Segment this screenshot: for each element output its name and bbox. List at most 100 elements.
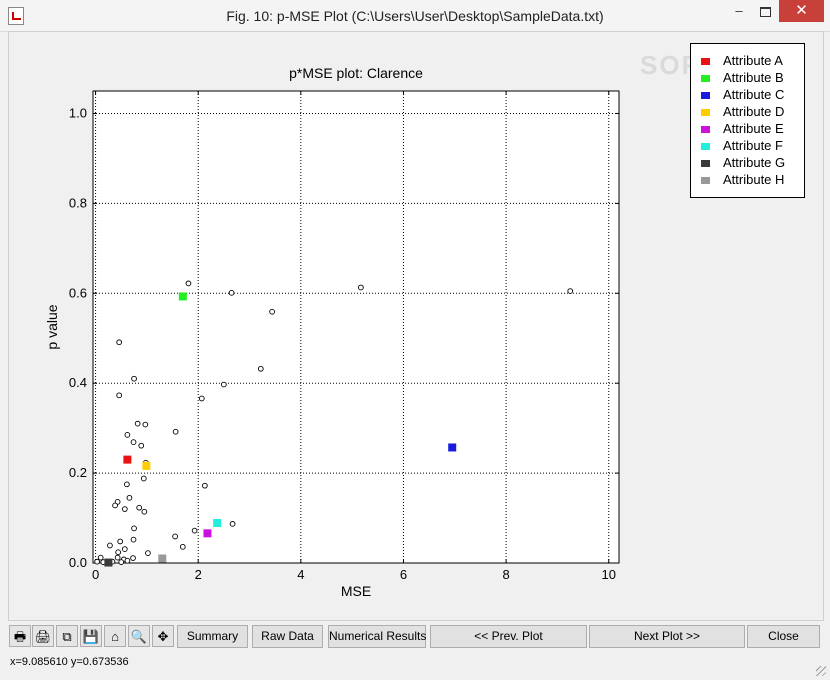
data-point (228, 289, 235, 296)
legend-item: Attribute A (701, 53, 801, 69)
copy-icon[interactable]: ⧉ (56, 625, 78, 647)
legend-label: Attribute F (723, 138, 783, 153)
legend-label: Attribute G (723, 155, 786, 170)
legend-label: Attribute D (723, 104, 785, 119)
data-point (126, 494, 133, 501)
legend-swatch (701, 75, 710, 82)
maximize-icon (759, 7, 771, 17)
minimize-button[interactable]: – (726, 0, 752, 22)
legend-item: Attribute E (701, 121, 801, 137)
attribute-marker (203, 529, 212, 538)
data-point (130, 439, 137, 445)
summary-button[interactable]: Summary (177, 625, 248, 648)
y-tick-label: 0.0 (69, 555, 87, 570)
data-point (567, 288, 574, 294)
close-window-button[interactable]: ✕ (779, 0, 824, 22)
data-point (191, 527, 198, 534)
x-tick-label: 0 (92, 567, 99, 582)
data-point (131, 375, 137, 382)
data-point (117, 538, 124, 545)
data-point (257, 365, 264, 372)
data-point (140, 475, 147, 482)
home-icon[interactable]: ⌂ (104, 625, 126, 647)
legend-label: Attribute A (723, 53, 783, 68)
data-point (124, 481, 130, 488)
legend-item: Attribute C (701, 87, 801, 103)
data-point (94, 558, 100, 565)
data-point (229, 521, 236, 527)
data-point (121, 506, 128, 512)
data-point (134, 420, 141, 427)
data-point (112, 502, 118, 509)
prev-plot-button[interactable]: << Prev. Plot (430, 625, 587, 648)
print-preview-icon[interactable]: 🖨 (32, 625, 54, 647)
data-point (202, 482, 208, 489)
legend-swatch (701, 177, 710, 184)
data-point (118, 559, 125, 565)
data-point (172, 533, 178, 540)
window-title: Fig. 10: p-MSE Plot (C:\Users\User\Deskt… (226, 8, 604, 24)
plot-background (93, 91, 619, 563)
numerical-results-button[interactable]: Numerical Results (328, 625, 426, 648)
legend-item: Attribute D (701, 104, 801, 120)
y-tick-label: 0.8 (69, 195, 87, 210)
print-icon[interactable]: 🖶 (9, 625, 31, 647)
data-point (142, 421, 149, 428)
data-point (141, 508, 148, 515)
data-point (130, 555, 136, 561)
zoom-icon[interactable]: 🔍 (128, 625, 150, 647)
data-point (116, 392, 123, 399)
data-point (114, 554, 121, 561)
next-plot-button[interactable]: Next Plot >> (589, 625, 745, 648)
data-point (116, 339, 123, 346)
y-tick-label: 1.0 (69, 105, 87, 120)
data-point (179, 543, 186, 550)
data-point (358, 284, 364, 291)
data-point (138, 442, 145, 449)
y-tick-label: 0.4 (69, 375, 87, 390)
data-point (130, 536, 137, 543)
x-tick-label: 4 (297, 567, 304, 582)
legend-swatch (701, 58, 710, 65)
x-axis-label: MSE (341, 583, 371, 599)
y-tick-label: 0.2 (69, 465, 87, 480)
legend-item: Attribute F (701, 138, 801, 154)
raw-data-button[interactable]: Raw Data (252, 625, 323, 648)
legend-item: Attribute G (701, 155, 801, 171)
data-point (97, 554, 104, 561)
legend-swatch (701, 109, 710, 116)
legend-item: Attribute H (701, 172, 801, 188)
attribute-marker (104, 558, 113, 567)
x-tick-label: 6 (400, 567, 407, 582)
legend-swatch (701, 160, 710, 167)
x-tick-label: 8 (502, 567, 509, 582)
title-bar: Fig. 10: p-MSE Plot (C:\Users\User\Deskt… (0, 0, 830, 32)
data-point (145, 550, 151, 556)
data-point (124, 557, 131, 564)
data-point (198, 395, 205, 402)
data-point (172, 428, 179, 435)
legend-label: Attribute C (723, 87, 785, 102)
legend-swatch (701, 126, 710, 133)
maximize-button[interactable] (752, 0, 778, 22)
data-point (185, 280, 192, 287)
save-icon[interactable]: 💾 (80, 625, 102, 647)
attribute-marker (158, 554, 167, 563)
attribute-marker (213, 518, 222, 527)
resize-grip[interactable] (816, 666, 826, 676)
legend-swatch (701, 92, 710, 99)
data-point (115, 549, 121, 556)
close-button[interactable]: Close (747, 625, 820, 648)
data-point (124, 432, 131, 438)
data-point (107, 542, 113, 549)
data-point (121, 546, 128, 552)
legend-item: Attribute B (701, 70, 801, 86)
cursor-coordinates: x=9.085610 y=0.673536 (10, 656, 129, 668)
attribute-marker (142, 461, 151, 470)
pan-icon[interactable]: ✥ (152, 625, 174, 647)
data-point (136, 504, 143, 511)
chart-title: p*MSE plot: Clarence (289, 65, 423, 81)
data-point (269, 308, 275, 315)
data-point (131, 525, 137, 532)
legend: Attribute A Attribute B Attribute C Attribu… (690, 43, 805, 198)
